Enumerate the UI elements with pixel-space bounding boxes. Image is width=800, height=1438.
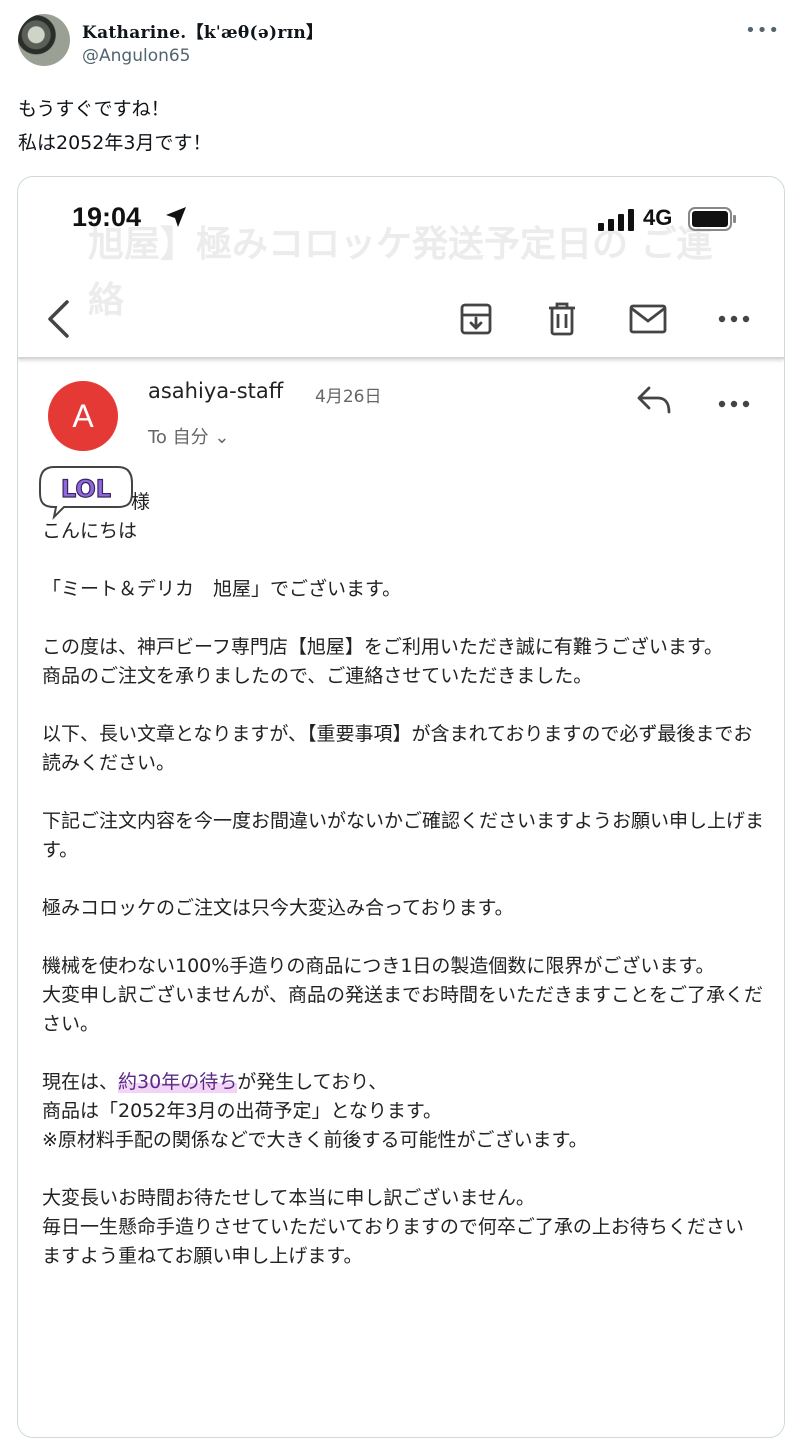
- sticker-text: LOL: [61, 475, 111, 503]
- wait-suffix: が発生しており、: [237, 1071, 388, 1093]
- wait-paragraph: 現在は、約30年の待ちが発生しており、 商品は「2052年3月の出荷予定」となり…: [42, 1068, 764, 1155]
- more-horizontal-icon[interactable]: •••: [745, 20, 780, 41]
- mail-icon[interactable]: [626, 297, 670, 341]
- more-horizontal-icon[interactable]: [718, 393, 750, 412]
- lol-sticker: LOL: [39, 466, 133, 521]
- more-horizontal-icon[interactable]: [712, 297, 756, 341]
- note-line: ※原材料手配の関係などで大きく前後する可能性がございます。: [42, 1129, 588, 1151]
- body-paragraph: この度は、神戸ビーフ専門店【旭屋】をご利用いただき誠に有難うございます。 商品の…: [42, 636, 723, 687]
- signal-icon: [598, 209, 634, 231]
- wait-highlight: 約30年の待ち: [118, 1071, 238, 1093]
- recipient-line[interactable]: To 自分 ⌄: [148, 423, 229, 449]
- tweet-text-line: もうすぐですね！: [18, 98, 170, 120]
- back-arrow-icon[interactable]: [36, 297, 80, 341]
- sender-name: asahiya-staff: [148, 379, 284, 403]
- body-paragraph: 下記ご注文内容を今一度お間違いがないかご確認くださいますようお願い申し上げます。: [42, 810, 765, 861]
- email-body: こんにちは 「ミート＆デリカ 旭屋」でございます。 この度は、神戸ビーフ専門店【…: [42, 517, 764, 1300]
- wait-prefix: 現在は、: [42, 1071, 119, 1093]
- ship-line: 商品は「2052年3月の出荷予定」となります。: [42, 1100, 442, 1122]
- salutation-suffix: 様: [131, 491, 151, 513]
- tweet-text: もうすぐですね！ 私は2052年3月です！: [18, 92, 211, 160]
- sender-avatar[interactable]: A: [48, 381, 118, 451]
- closing-paragraph: 大変長いお時間お待たせして本当に申し訳ございません。 毎日一生懸命手造りさせてい…: [42, 1187, 744, 1267]
- status-time: 19:04: [72, 202, 142, 232]
- body-paragraph: 極みコロッケのご注文は只今大変込み合っております。: [42, 897, 514, 919]
- body-paragraph: 「ミート＆デリカ 旭屋」でございます。: [42, 578, 402, 600]
- archive-icon[interactable]: [454, 297, 498, 341]
- trash-icon[interactable]: [540, 297, 584, 341]
- tweet-handle[interactable]: @Angulon65: [82, 46, 191, 66]
- email-date: 4月26日: [315, 387, 382, 407]
- body-paragraph: 機械を使わない100%手造りの商品につき1日の製造個数に限界がございます。 大変…: [42, 955, 764, 1035]
- tweet-image[interactable]: 旭屋】極みコロッケ発送予定日の ご連絡 19:04 4G A asahiya-s…: [17, 176, 785, 1438]
- battery-icon: [688, 207, 736, 231]
- network-type: 4G: [643, 205, 673, 230]
- location-arrow-icon: [166, 207, 186, 227]
- phone-status-bar: 19:04 4G: [18, 177, 784, 257]
- body-paragraph: 以下、長い文章となりますが、【重要事項】が含まれておりますので必ず最後までお読み…: [42, 723, 753, 774]
- tweet-display-name[interactable]: 𝐊atharine.【kˈæθ(ə)rɪn】: [82, 18, 323, 43]
- email-toolbar: [18, 277, 784, 359]
- greeting: こんにちは: [42, 520, 138, 542]
- tweet-author-avatar[interactable]: [18, 14, 70, 66]
- tweet-text-line: 私は2052年3月です！: [18, 132, 212, 154]
- reply-icon[interactable]: [636, 385, 672, 419]
